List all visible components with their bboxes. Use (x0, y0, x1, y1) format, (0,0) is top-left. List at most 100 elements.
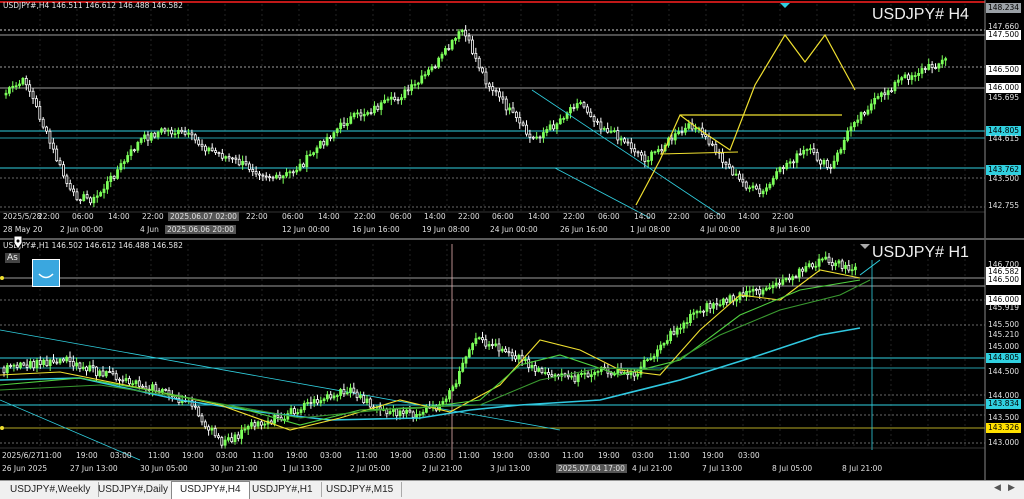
candle-body (656, 349, 659, 357)
candle-body (711, 143, 714, 146)
candle-body (566, 374, 570, 378)
candle-body (705, 303, 709, 312)
candle-body (917, 73, 920, 76)
chart-pane-h4[interactable]: USDJPY#,H4 146.511 146.612 146.488 146.5… (0, 0, 1024, 238)
candle-body (827, 256, 831, 263)
time-label: 11:00 (562, 451, 584, 460)
time-label: 4 Jul 00:00 (700, 225, 741, 234)
candle-body (65, 175, 69, 184)
candle-body (295, 169, 299, 173)
candle-body (583, 372, 587, 375)
chart-canvas-h4[interactable] (0, 0, 1024, 238)
tab-m15[interactable]: USDJPY#,M15 (318, 482, 403, 497)
tab-scroll-left-icon[interactable]: ◀ (994, 483, 1001, 493)
candle-body (569, 107, 572, 114)
candle-body (349, 116, 353, 124)
candle-body (246, 425, 250, 430)
candle-body (385, 408, 389, 415)
candle-body (673, 133, 677, 141)
candle-body (5, 365, 9, 374)
smile-indicator-icon[interactable] (32, 259, 60, 287)
candle-body (416, 82, 420, 85)
price-label: 143.326 (986, 423, 1022, 433)
candle-body (134, 380, 138, 385)
candle-body (318, 140, 322, 149)
candle-body (593, 371, 597, 376)
candle-body (695, 310, 699, 314)
time-label: 12 Jun 00:00 (282, 225, 330, 234)
candle-body (444, 398, 448, 402)
candle-body (771, 284, 775, 289)
candle-body (944, 58, 948, 61)
candle-body (193, 405, 197, 408)
time-label: 4 Jul 21:00 (632, 464, 673, 473)
candle-body (55, 148, 59, 162)
tab-weekly[interactable]: USDJPY#,Weekly (2, 482, 100, 497)
candle-body (102, 188, 106, 193)
time-label: 11:00 (458, 451, 480, 460)
candle-body (633, 148, 637, 153)
candle-body (143, 134, 146, 139)
candle-body (596, 371, 600, 373)
candle-body (92, 196, 96, 204)
candle-body (329, 137, 332, 139)
candle-body (254, 171, 258, 175)
candle-body (920, 68, 924, 74)
tab-h4[interactable]: USDJPY#,H4 (171, 481, 250, 499)
candle-body (291, 171, 295, 174)
time-label: 19:00 (492, 451, 514, 460)
candle-body (223, 439, 227, 446)
candle-body (278, 174, 282, 179)
tab-h1[interactable]: USDJPY#,H1 (244, 482, 322, 497)
candle-body (388, 411, 392, 415)
candle-body (253, 422, 257, 427)
price-label: 145.695 (988, 93, 1020, 102)
pen-tool-icon[interactable] (12, 235, 24, 251)
candle-body (751, 185, 755, 189)
candle-body (542, 132, 545, 139)
candle-body (247, 163, 251, 170)
candle-body (794, 276, 798, 279)
candle-body (460, 29, 464, 33)
candle-body (230, 437, 234, 443)
chart-pane-h1[interactable]: USDJPY#,H1 146.502 146.612 146.488 146.5… (0, 240, 1024, 480)
time-label: 19:00 (702, 451, 724, 460)
candle-body (535, 136, 539, 139)
candle-body (586, 372, 590, 377)
candle-body (231, 157, 234, 160)
candle-body (119, 163, 123, 171)
symbol-info-h4: USDJPY#,H4 146.511 146.612 146.488 146.5… (3, 1, 183, 10)
candle-body (550, 374, 554, 377)
candle-body (771, 178, 775, 185)
candle-body (299, 409, 303, 413)
candle-body (356, 112, 359, 115)
candle-body (903, 74, 907, 79)
candle-body (698, 310, 702, 313)
candle-body (876, 96, 880, 99)
tab-daily[interactable]: USDJPY#,Daily (90, 482, 178, 497)
candle-body (15, 364, 19, 368)
candle-body (454, 38, 457, 41)
candle-body (104, 371, 108, 377)
time-label: 1 Jul 08:00 (630, 225, 671, 234)
candle-body (95, 366, 98, 377)
candle-body (829, 167, 833, 169)
candle-body (386, 98, 390, 101)
candle-body (95, 195, 99, 198)
indicator-label[interactable]: As (5, 253, 20, 263)
candle-body (537, 368, 540, 372)
time-label: 06:00 (492, 212, 514, 221)
candle-body (352, 387, 356, 393)
candle-body (548, 124, 552, 130)
candle-body (408, 409, 412, 413)
candle-body (761, 190, 765, 195)
price-label: 145.919 (988, 303, 1020, 312)
candle-body (68, 356, 72, 362)
chart-canvas-h1[interactable] (0, 240, 1024, 480)
candle-body (72, 188, 75, 193)
time-label: 22:00 (246, 212, 268, 221)
tab-scroll-right-icon[interactable]: ▶ (1008, 483, 1015, 493)
time-label: 19:00 (286, 451, 308, 460)
candle-body (525, 124, 528, 135)
candle-body (814, 265, 818, 268)
